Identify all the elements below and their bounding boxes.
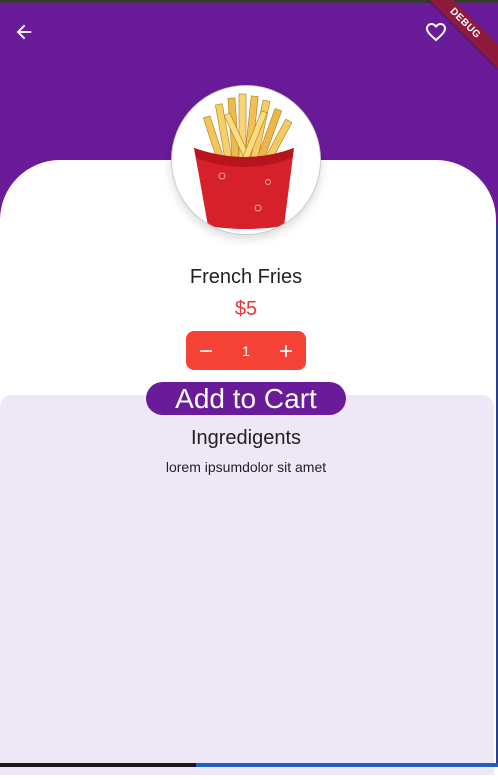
arrow-left-icon — [16, 24, 32, 40]
minus-icon — [200, 349, 212, 352]
quantity-value: 1 — [242, 342, 250, 359]
back-button[interactable] — [10, 18, 38, 46]
decrement-button[interactable] — [186, 331, 226, 370]
heart-outline-icon — [426, 23, 446, 42]
favorite-button[interactable] — [422, 18, 450, 46]
increment-button[interactable] — [266, 331, 306, 370]
plus-icon — [280, 344, 292, 357]
french-fries-image — [172, 86, 320, 234]
product-name: French Fries — [189, 266, 303, 288]
product-price: $5 — [234, 298, 258, 320]
ingredients-title: Ingredigents — [190, 427, 302, 449]
ingredients-panel — [0, 395, 494, 775]
quantity-stepper: 1 — [186, 331, 306, 370]
product-image — [171, 85, 321, 235]
ingredients-description: lorem ipsumdolor sit amet — [165, 459, 327, 475]
add-to-cart-button[interactable]: Add to Cart — [146, 382, 346, 415]
taskbar-strip-accent — [196, 763, 498, 767]
